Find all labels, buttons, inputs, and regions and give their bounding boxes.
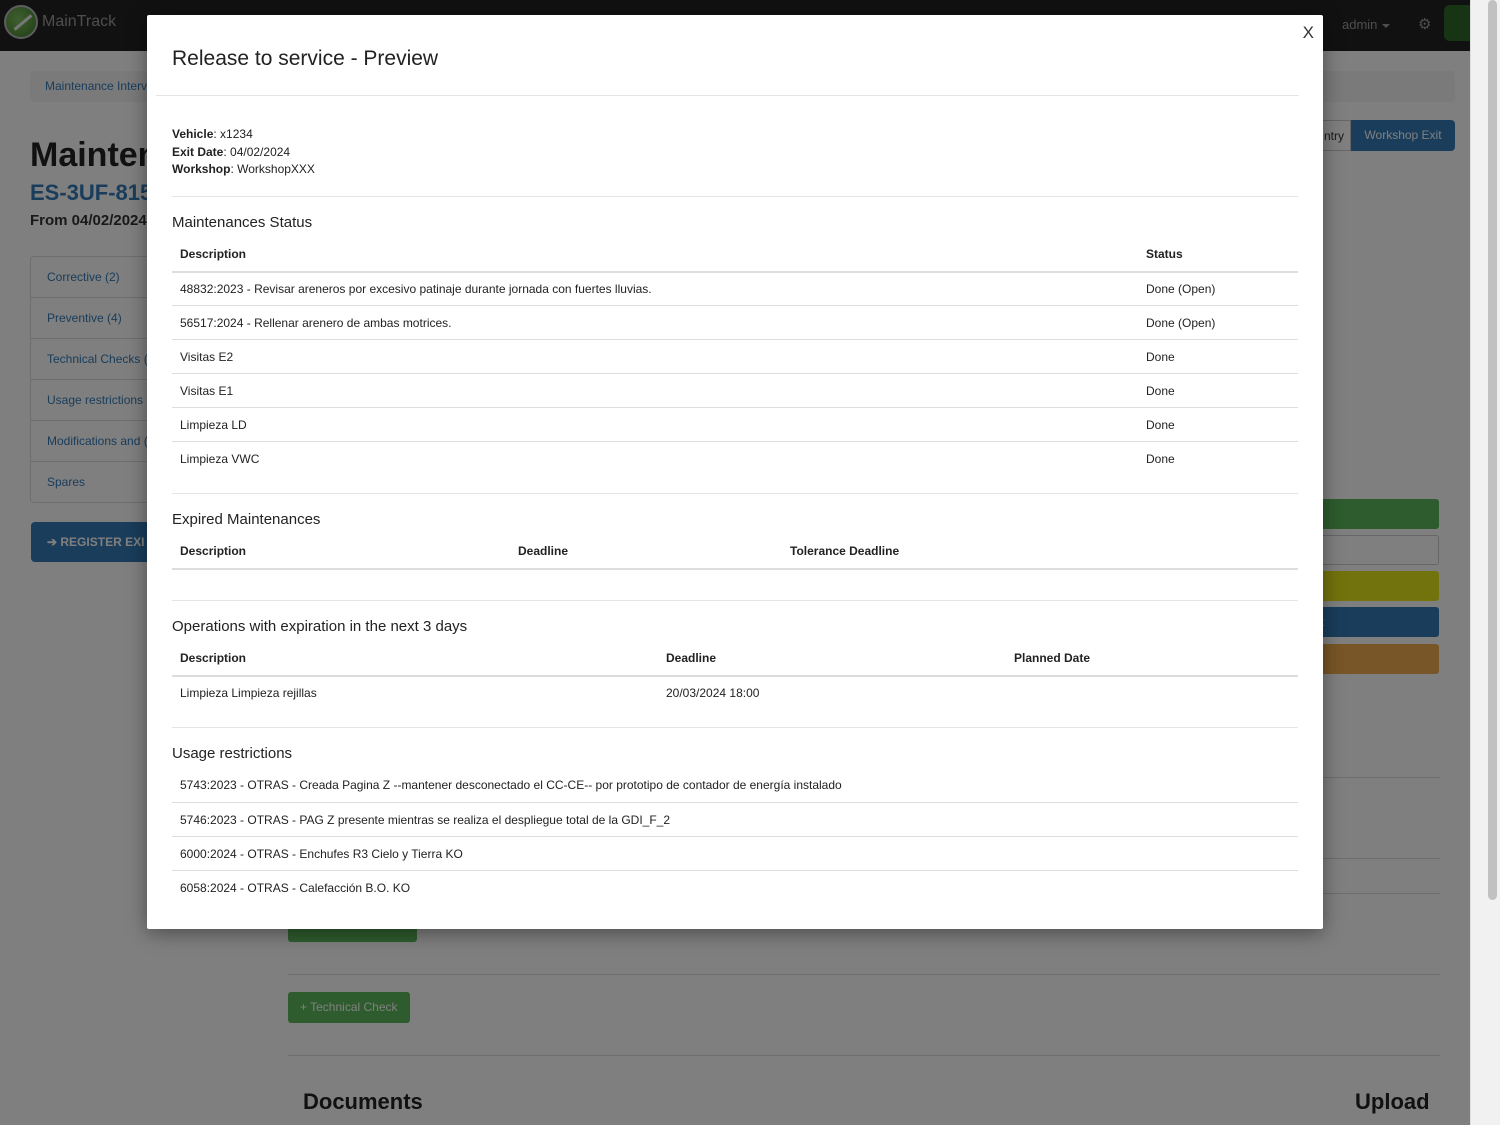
cell-restriction: 5746:2023 - OTRAS - PAG Z presente mient… — [172, 802, 1298, 837]
operations-expiration-heading: Operations with expiration in the next 3… — [172, 617, 468, 635]
info-vehicle: Vehicle: x1234 — [172, 126, 1298, 144]
cell-description: Limpieza VWC — [172, 441, 1138, 476]
usage-restrictions-heading: Usage restrictions — [172, 744, 293, 762]
cell-description: Limpieza LD — [172, 407, 1138, 442]
page-scrollbar[interactable] — [1470, 0, 1500, 1125]
divider — [172, 492, 1298, 494]
expired-maintenances-heading: Expired Maintenances — [172, 510, 321, 528]
cell-description: Limpieza Limpieza rejillas — [180, 686, 317, 700]
usage-restrictions-table: 5743:2023 - OTRAS - Creada Pagina Z --ma… — [172, 769, 1298, 905]
cell-restriction: 6058:2024 - OTRAS - Calefacción B.O. KO — [172, 870, 1298, 905]
table-row: Visitas E2 Done — [172, 339, 1298, 374]
cell-status: Done — [1138, 373, 1298, 408]
cell-description: 48832:2023 - Revisar areneros por excesi… — [180, 281, 652, 296]
table-header-row: Description Status — [172, 236, 1298, 273]
table-row: Limpieza VWC Done — [172, 441, 1298, 476]
cell-status: Done (Open) — [1146, 281, 1216, 296]
table-row: 6000:2024 - OTRAS - Enchufes R3 Cielo y … — [172, 836, 1298, 871]
table-header-row: Description Deadline Tolerance Deadline — [172, 533, 1298, 570]
table-row: 6058:2024 - OTRAS - Calefacción B.O. KO — [172, 870, 1298, 905]
table-row: Limpieza Limpieza rejillas 20/03/2024 18… — [172, 676, 1298, 710]
divider — [172, 726, 1298, 728]
table-row: 5746:2023 - OTRAS - PAG Z presente mient… — [172, 802, 1298, 837]
info-workshop: Workshop: WorkshopXXX — [172, 161, 1298, 179]
table-row: 5743:2023 - OTRAS - Creada Pagina Z --ma… — [172, 769, 1298, 803]
close-button[interactable]: X — [1303, 23, 1314, 43]
divider — [172, 599, 1298, 601]
cell-status: Done — [1138, 339, 1298, 374]
cell-description: Visitas E1 — [172, 373, 1138, 408]
info-exit-date-value: : 04/02/2024 — [223, 144, 291, 159]
modal-title: Release to service - Preview — [172, 47, 439, 70]
table-row: Limpieza LD Done — [172, 407, 1298, 442]
column-header-description: Description — [172, 640, 658, 677]
cell-description: Visitas E2 — [172, 339, 1138, 374]
operations-expiration-table: Description Deadline Planned Date Limpie… — [172, 640, 1298, 710]
cell-status: Done — [1138, 441, 1298, 476]
cell-description: 56517:2024 - Rellenar arenero de ambas m… — [172, 305, 1138, 340]
info-vehicle-label: Vehicle — [172, 127, 214, 141]
divider — [156, 95, 1299, 96]
cell-deadline: 20/03/2024 18:00 — [666, 686, 760, 700]
table-row: Visitas E1 Done — [172, 373, 1298, 408]
cell-restriction: 5743:2023 - OTRAS - Creada Pagina Z --ma… — [180, 778, 842, 793]
info-vehicle-value: : x1234 — [213, 127, 253, 141]
expired-maintenances-table: Description Deadline Tolerance Deadline — [172, 533, 1298, 570]
maintenances-status-table: Description Status 48832:2023 - Revisar … — [172, 236, 1298, 476]
cell-status: Done (Open) — [1138, 305, 1298, 340]
table-header-row: Description Deadline Planned Date — [172, 640, 1298, 677]
info-exit-date-label: Exit Date — [172, 144, 224, 159]
column-header-deadline: Deadline — [510, 533, 782, 570]
modal-body: Vehicle: x1234 Exit Date: 04/02/2024 Wor… — [172, 111, 1298, 905]
column-header-description: Description — [172, 533, 510, 570]
release-preview-modal: X Release to service - Preview Vehicle: … — [147, 15, 1323, 929]
info-workshop-value: : WorkshopXXX — [230, 162, 315, 176]
scrollbar-thumb[interactable] — [1488, 0, 1497, 900]
cell-restriction: 6000:2024 - OTRAS - Enchufes R3 Cielo y … — [172, 836, 1298, 871]
release-info: Vehicle: x1234 Exit Date: 04/02/2024 Wor… — [172, 111, 1298, 179]
column-header-description: Description — [172, 236, 1138, 273]
column-header-deadline: Deadline — [658, 640, 1006, 677]
divider — [172, 195, 1298, 197]
maintenances-status-heading: Maintenances Status — [172, 213, 313, 231]
cell-status: Done — [1138, 407, 1298, 442]
table-row: 48832:2023 - Revisar areneros por excesi… — [172, 272, 1298, 306]
cell-planned-date — [1006, 676, 1298, 710]
column-header-planned-date: Planned Date — [1006, 640, 1298, 677]
info-exit-date: Exit Date: 04/02/2024 — [172, 144, 1298, 162]
info-workshop-label: Workshop — [172, 162, 231, 176]
table-row: 56517:2024 - Rellenar arenero de ambas m… — [172, 305, 1298, 340]
column-header-tolerance-deadline: Tolerance Deadline — [782, 533, 1298, 570]
column-header-status: Status — [1138, 236, 1298, 273]
